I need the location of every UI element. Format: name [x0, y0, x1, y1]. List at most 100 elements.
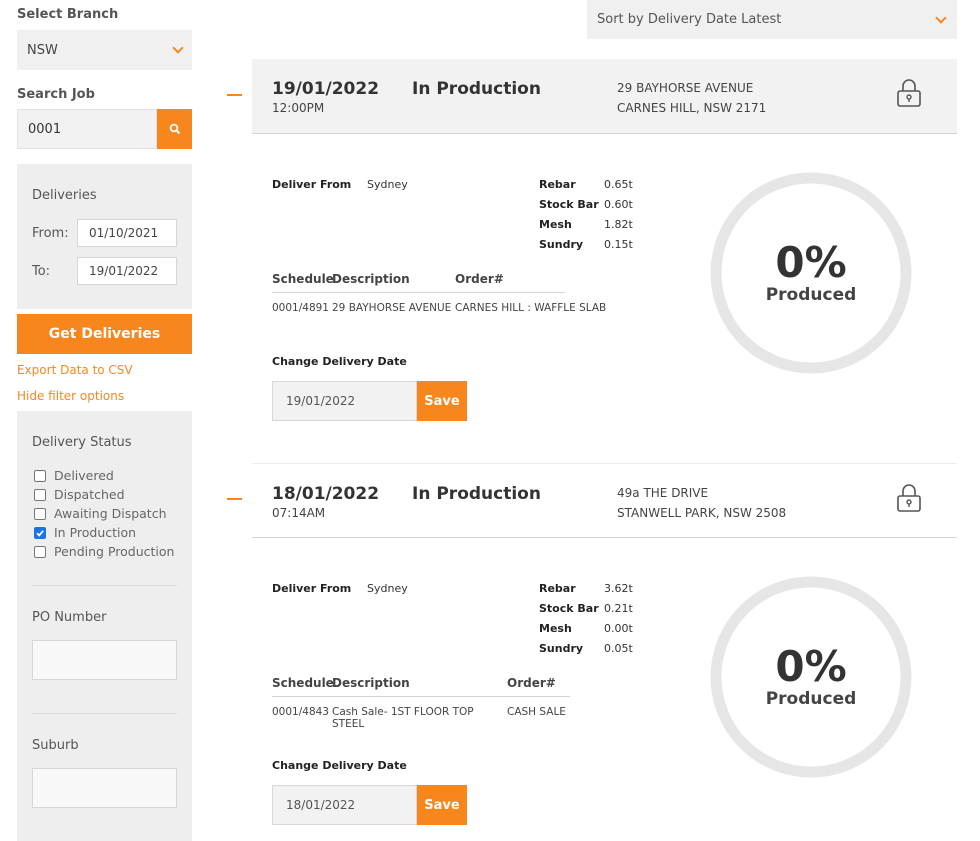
- search-icon: [169, 123, 180, 135]
- material-name: Rebar: [539, 177, 576, 191]
- po-number-label: PO Number: [32, 610, 107, 625]
- schedule-order: CASH SALE: [507, 706, 566, 718]
- export-csv-link[interactable]: Export Data to CSV: [17, 363, 133, 377]
- delivery-time: 07:14AM: [272, 506, 326, 520]
- collapse-toggle[interactable]: [227, 94, 242, 96]
- material-name: Sundry: [539, 237, 584, 251]
- materials-table: Rebar 3.62t Stock Bar 0.21t Mesh 0.00t Sundry 0…: [539, 578, 633, 658]
- search-job-input[interactable]: 0001: [17, 109, 157, 149]
- material-name: Sundry: [539, 641, 584, 655]
- schedule-column-header: Schedule: [272, 676, 334, 690]
- schedule-description: 29 BAYHORSE AVENUE: [332, 302, 452, 314]
- search-button[interactable]: [157, 109, 192, 149]
- branch-value: NSW: [27, 42, 58, 58]
- status-checkbox[interactable]: [34, 507, 46, 520]
- deliver-from-label: Deliver From: [272, 582, 352, 595]
- delivery-date-input[interactable]: 19/01/2022: [272, 381, 417, 421]
- address-line-1: 49a THE DRIVE: [617, 486, 709, 500]
- produced-label: Produced: [765, 285, 857, 305]
- produced-percent: 0%: [775, 642, 847, 691]
- status-option-label: Pending Production: [54, 544, 175, 559]
- status-checkbox[interactable]: [34, 526, 46, 539]
- branch-label: Select Branch: [17, 7, 119, 22]
- order-column-header: Order#: [507, 676, 556, 690]
- suburb-input[interactable]: [32, 768, 177, 808]
- search-label: Search Job: [17, 87, 95, 102]
- material-row: Mesh 0.00t: [539, 618, 633, 638]
- delivery-date: 18/01/2022: [272, 484, 380, 504]
- material-row: Sundry 0.15t: [539, 234, 633, 254]
- schedule-description: Cash Sale- 1ST FLOOR TOP STEEL: [332, 706, 474, 730]
- sort-select[interactable]: Sort by Delivery Date Latest: [587, 0, 957, 39]
- production-progress: 0% Produced: [710, 576, 912, 778]
- address-line-2: CARNES HILL, NSW 2171: [617, 101, 767, 115]
- description-column-header: Description: [332, 272, 410, 286]
- status-checkbox[interactable]: [34, 469, 46, 482]
- check-icon: [36, 529, 44, 537]
- status-title: Delivery Status: [32, 435, 132, 450]
- status-checkbox[interactable]: [34, 545, 46, 558]
- hide-filter-link[interactable]: Hide filter options: [17, 389, 124, 403]
- job-header: 19/01/2022 12:00PM In Production 29 BAYHORS…: [252, 59, 957, 134]
- material-weight: 0.21t: [604, 601, 633, 615]
- schedule-number: 0001/4843: [272, 706, 329, 718]
- material-weight: 0.05t: [604, 641, 633, 655]
- get-deliveries-button[interactable]: Get Deliveries: [17, 314, 192, 354]
- status-option[interactable]: Dispatched: [34, 485, 174, 504]
- material-row: Rebar 0.65t: [539, 174, 633, 194]
- schedule-table-header: Schedule Description Order#: [272, 676, 570, 697]
- suburb-label: Suburb: [32, 738, 79, 753]
- material-name: Mesh: [539, 217, 572, 231]
- schedule-row: 0001/4843 Cash Sale- 1ST FLOOR TOP STEEL C…: [272, 706, 566, 730]
- status-option[interactable]: Awaiting Dispatch: [34, 504, 174, 523]
- material-row: Sundry 0.05t: [539, 638, 633, 658]
- schedule-number: 0001/4891: [272, 302, 329, 314]
- deliver-from-value: Sydney: [367, 178, 408, 191]
- deliveries-title: Deliveries: [32, 188, 97, 203]
- to-date-input[interactable]: 19/01/2022: [77, 257, 177, 285]
- save-button[interactable]: Save: [417, 785, 467, 825]
- material-weight: 0.15t: [604, 237, 633, 251]
- deliver-from-label: Deliver From: [272, 178, 352, 191]
- change-date-form: 19/01/2022 Save: [272, 381, 467, 421]
- status-panel: Delivery Status Delivered Dispatched Await…: [17, 411, 192, 841]
- material-weight: 0.65t: [604, 177, 633, 191]
- divider: [32, 713, 177, 714]
- material-name: Mesh: [539, 621, 572, 635]
- status-option[interactable]: Pending Production: [34, 542, 174, 561]
- branch-select[interactable]: NSW: [17, 30, 192, 70]
- status-option[interactable]: Delivered: [34, 466, 174, 485]
- material-row: Mesh 1.82t: [539, 214, 633, 234]
- schedule-row: 0001/4891 29 BAYHORSE AVENUE CARNES HILL :…: [272, 302, 606, 314]
- production-progress: 0% Produced: [710, 172, 912, 374]
- to-label: To:: [32, 263, 51, 279]
- lock-button[interactable]: [895, 482, 923, 517]
- produced-percent: 0%: [775, 238, 847, 287]
- po-number-input[interactable]: [32, 640, 177, 680]
- status-checkbox[interactable]: [34, 488, 46, 501]
- status-option-label: Awaiting Dispatch: [54, 506, 167, 521]
- status-option-label: Dispatched: [54, 487, 125, 502]
- status-option[interactable]: In Production: [34, 523, 174, 542]
- address-line-1: 29 BAYHORSE AVENUE: [617, 81, 754, 95]
- collapse-toggle[interactable]: [227, 498, 242, 500]
- delivery-date: 19/01/2022: [272, 79, 380, 99]
- material-weight: 1.82t: [604, 217, 633, 231]
- delivery-date-input[interactable]: 18/01/2022: [272, 785, 417, 825]
- order-column-header: Order#: [455, 272, 504, 286]
- material-weight: 0.00t: [604, 621, 633, 635]
- deliveries-panel: Deliveries From: 01/10/2021 To: 19/01/20…: [17, 164, 192, 309]
- material-row: Stock Bar 0.60t: [539, 194, 633, 214]
- material-name: Stock Bar: [539, 601, 599, 615]
- lock-icon: [897, 484, 921, 512]
- status-option-label: Delivered: [54, 468, 114, 483]
- job-details: Deliver From Sydney Rebar 0.65t Stock Bar 0.6…: [272, 172, 962, 438]
- job-status: In Production: [412, 79, 541, 99]
- save-button[interactable]: Save: [417, 381, 467, 421]
- from-date-input[interactable]: 01/10/2021: [77, 219, 177, 247]
- sort-label: Sort by Delivery Date Latest: [597, 12, 782, 27]
- schedule-table-header: Schedule Description Order#: [272, 272, 565, 293]
- produced-label: Produced: [765, 689, 857, 709]
- status-list: Delivered Dispatched Awaiting Dispatch In P…: [34, 466, 174, 561]
- lock-button[interactable]: [895, 77, 923, 112]
